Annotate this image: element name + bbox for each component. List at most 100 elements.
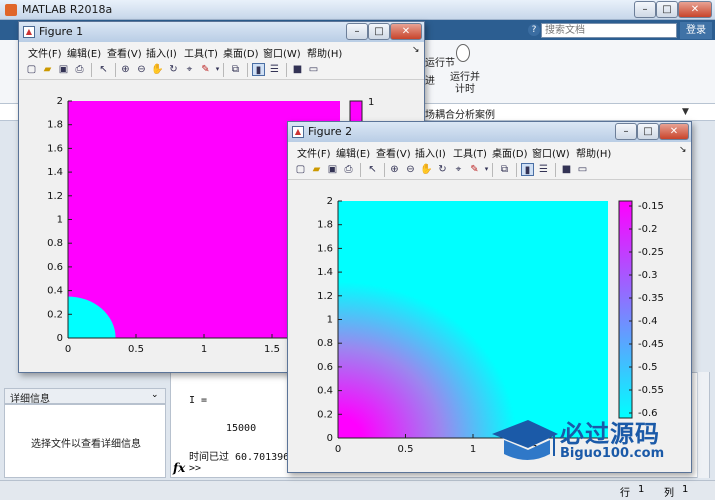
show-tools-icon[interactable]: ▭ bbox=[576, 163, 589, 176]
menu-view[interactable]: 查看(V) bbox=[107, 45, 142, 60]
menu-insert[interactable]: 插入(I) bbox=[415, 145, 446, 160]
x-tick-label: 0.5 bbox=[128, 344, 144, 355]
y-tick-label: 1.2 bbox=[47, 191, 63, 202]
menu-insert[interactable]: 插入(I) bbox=[146, 45, 177, 60]
save-icon[interactable]: ▣ bbox=[326, 163, 339, 176]
y-tick-label: 0.4 bbox=[317, 386, 333, 397]
menu-edit[interactable]: 编辑(E) bbox=[336, 145, 370, 160]
zoom-out-icon[interactable]: ⊖ bbox=[135, 63, 148, 76]
minimize-icon[interactable]: – bbox=[634, 1, 656, 18]
run-section-label[interactable]: 运行节 bbox=[425, 54, 455, 69]
rotate-icon[interactable]: ↻ bbox=[436, 163, 449, 176]
menu-tools[interactable]: 工具(T) bbox=[453, 145, 487, 160]
data-cursor-icon[interactable]: ⌖ bbox=[452, 163, 465, 176]
colorbar-tick-label: -0.3 bbox=[638, 270, 658, 281]
y-tick-label: 2 bbox=[57, 96, 63, 107]
figure2-menubar: 文件(F) 编辑(E) 查看(V) 插入(I) 工具(T) 桌面(D) 窗口(W… bbox=[288, 142, 691, 160]
link-plot-icon[interactable]: ⧉ bbox=[498, 163, 511, 176]
menu-desktop[interactable]: 桌面(D) bbox=[492, 145, 528, 160]
menu-edit[interactable]: 编辑(E) bbox=[67, 45, 101, 60]
save-icon[interactable]: ▣ bbox=[57, 63, 70, 76]
main-window-title: MATLAB R2018a bbox=[22, 3, 113, 16]
dock-arrow-icon[interactable]: ↘ bbox=[412, 45, 420, 55]
close-icon[interactable]: ✕ bbox=[390, 23, 422, 40]
pointer-icon[interactable]: ↖ bbox=[366, 163, 379, 176]
y-tick-label: 1 bbox=[57, 215, 63, 226]
new-figure-icon[interactable]: ▢ bbox=[294, 163, 307, 176]
minimize-icon[interactable]: – bbox=[346, 23, 368, 40]
figure1-title-bar[interactable]: ▲ Figure 1 – □ ✕ bbox=[19, 22, 424, 42]
new-figure-icon[interactable]: ▢ bbox=[25, 63, 38, 76]
maximize-icon[interactable]: □ bbox=[656, 1, 678, 18]
zoom-in-icon[interactable]: ⊕ bbox=[388, 163, 401, 176]
pan-hand-icon[interactable]: ✋ bbox=[151, 63, 164, 76]
open-file-icon[interactable]: ▰ bbox=[41, 63, 54, 76]
y-tick-label: 2 bbox=[327, 196, 333, 207]
current-folder-path[interactable]: 场耦合分析案例 bbox=[425, 106, 495, 121]
menu-window[interactable]: 窗口(W) bbox=[263, 45, 301, 60]
menu-help[interactable]: 帮助(H) bbox=[576, 145, 611, 160]
pan-hand-icon[interactable]: ✋ bbox=[420, 163, 433, 176]
menu-window[interactable]: 窗口(W) bbox=[532, 145, 570, 160]
search-input[interactable]: 搜索文档 bbox=[541, 23, 677, 38]
chevron-down-icon[interactable]: ▼ bbox=[682, 107, 689, 117]
colorbar-icon[interactable]: ▮ bbox=[252, 63, 265, 76]
menu-file[interactable]: 文件(F) bbox=[28, 45, 62, 60]
maximize-icon[interactable]: □ bbox=[368, 23, 390, 40]
figure2-title-bar[interactable]: ▲ Figure 2 – □ ✕ bbox=[288, 122, 691, 142]
menu-file[interactable]: 文件(F) bbox=[297, 145, 331, 160]
y-tick-label: 1.4 bbox=[317, 267, 333, 278]
help-icon[interactable]: ? bbox=[528, 24, 540, 36]
col-value: 1 bbox=[682, 484, 689, 495]
main-window-controls: – □ ✕ bbox=[634, 1, 712, 18]
details-panel-header[interactable]: 详细信息 ⌄ bbox=[4, 388, 166, 405]
show-tools-icon[interactable]: ▭ bbox=[307, 63, 320, 76]
y-tick-label: 0.6 bbox=[47, 262, 63, 273]
close-icon[interactable]: ✕ bbox=[659, 123, 689, 140]
close-icon[interactable]: ✕ bbox=[678, 1, 712, 18]
zoom-in-icon[interactable]: ⊕ bbox=[119, 63, 132, 76]
zoom-out-icon[interactable]: ⊖ bbox=[404, 163, 417, 176]
x-tick-label: 0.5 bbox=[398, 444, 414, 455]
minimize-icon[interactable]: – bbox=[615, 123, 637, 140]
rotate-icon[interactable]: ↻ bbox=[167, 63, 180, 76]
open-file-icon[interactable]: ▰ bbox=[310, 163, 323, 176]
y-tick-label: 0.6 bbox=[317, 362, 333, 373]
link-plot-icon[interactable]: ⧉ bbox=[229, 63, 242, 76]
hide-tools-icon[interactable]: ■ bbox=[291, 63, 304, 76]
x-tick-label: 1 bbox=[470, 444, 476, 455]
command-window-scrollbar[interactable] bbox=[697, 372, 709, 478]
row-value: 1 bbox=[638, 484, 645, 495]
details-panel-title: 详细信息 bbox=[10, 394, 50, 405]
data-cursor-icon[interactable]: ⌖ bbox=[183, 63, 196, 76]
x-tick-label: 1 bbox=[201, 344, 207, 355]
menu-tools[interactable]: 工具(T) bbox=[184, 45, 218, 60]
y-tick-label: 0 bbox=[57, 333, 63, 344]
menu-desktop[interactable]: 桌面(D) bbox=[223, 45, 259, 60]
figure1-title: Figure 1 bbox=[39, 25, 84, 38]
menu-help[interactable]: 帮助(H) bbox=[307, 45, 342, 60]
y-tick-label: 1 bbox=[327, 315, 333, 326]
y-tick-label: 1.6 bbox=[317, 243, 333, 254]
legend-icon[interactable]: ☰ bbox=[268, 63, 281, 76]
print-icon[interactable]: ⎙ bbox=[73, 63, 86, 76]
hide-tools-icon[interactable]: ■ bbox=[560, 163, 573, 176]
pointer-icon[interactable]: ↖ bbox=[97, 63, 110, 76]
run-time-label-2[interactable]: 计时 bbox=[455, 80, 475, 95]
watermark-url: Biguo100.com bbox=[560, 446, 665, 461]
login-button[interactable]: 登录 bbox=[680, 22, 712, 39]
field-gradient bbox=[338, 201, 608, 438]
legend-icon[interactable]: ☰ bbox=[537, 163, 550, 176]
colorbar-icon[interactable]: ▮ bbox=[521, 163, 534, 176]
details-message: 选择文件以查看详细信息 bbox=[31, 439, 141, 450]
figure-icon: ▲ bbox=[23, 26, 35, 38]
colorbar-tick-label: -0.55 bbox=[638, 385, 664, 396]
function-fx-icon[interactable]: fx bbox=[173, 461, 185, 475]
print-icon[interactable]: ⎙ bbox=[342, 163, 355, 176]
command-prompt[interactable]: >> bbox=[189, 463, 201, 474]
chevron-down-icon[interactable]: ⌄ bbox=[151, 390, 159, 400]
dock-arrow-icon[interactable]: ↘ bbox=[679, 145, 687, 155]
maximize-icon[interactable]: □ bbox=[637, 123, 659, 140]
menu-view[interactable]: 查看(V) bbox=[376, 145, 411, 160]
advance-label[interactable]: 进 bbox=[425, 72, 435, 87]
